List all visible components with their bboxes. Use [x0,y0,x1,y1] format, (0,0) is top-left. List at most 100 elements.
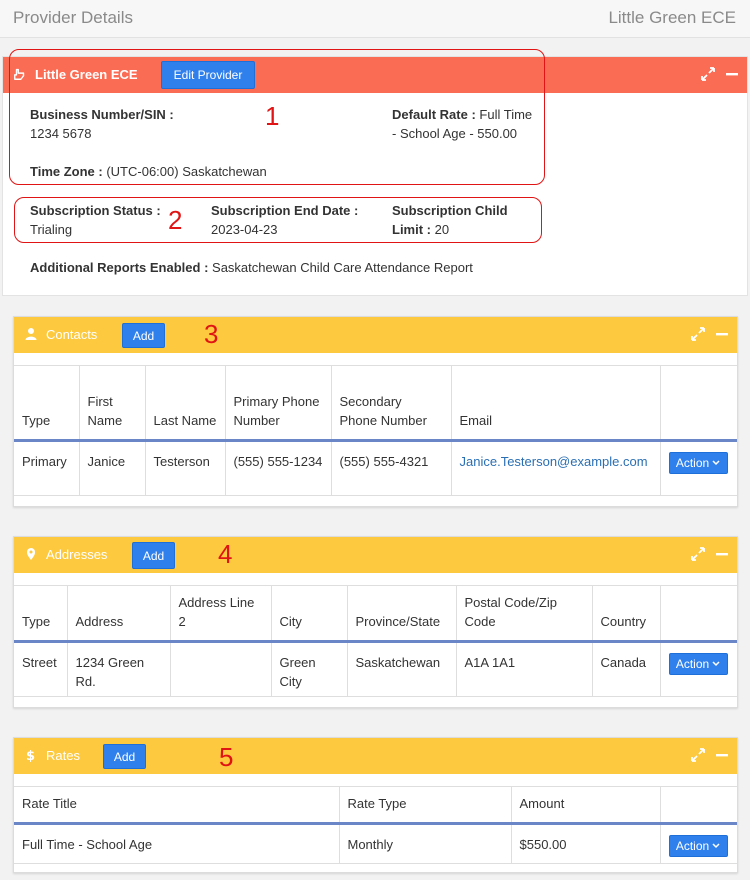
minus-icon[interactable] [715,547,729,561]
address-city: Green City [270,641,347,696]
col-type: Type [22,412,51,428]
add-contact-button[interactable]: Add [122,323,165,348]
additional-reports-field: Additional Reports Enabled : Saskatchewa… [30,258,473,277]
rates-title: Rates [46,748,80,763]
contact-last-name: Testerson [144,440,225,495]
contacts-panel-header: Contacts Add [14,317,737,353]
rate-action-button[interactable]: Action [668,834,728,857]
address-line-1: 1234 Green Rd. [66,641,170,696]
table-row: Primary Janice Testerson (555) 555-1234 … [14,440,737,495]
provider-name: Little Green ECE [35,67,138,82]
subscription-limit-label-2: Limit : [392,222,431,237]
address-line-2 [169,641,271,696]
additional-reports-value: Saskatchewan Child Care Attendance Repor… [212,260,473,275]
provider-name-header: Little Green ECE [608,8,736,27]
col-last-name: Last Name [144,366,225,440]
add-address-button[interactable]: Add [132,542,175,569]
addresses-header-row: Type Address Address Line 2 City Provinc… [14,586,737,641]
col-type: Type [22,613,51,629]
default-rate-value-2: - School Age - 550.00 [392,126,518,141]
rates-panel: $ Rates Add Rate Title Rate Type Amount … [13,737,738,873]
business-number-value: 1234 5678 [30,126,92,141]
page-title: Provider Details [13,8,133,27]
edit-provider-button[interactable]: Edit Provider [161,61,255,89]
rate-amount: $550.00 [510,823,660,863]
col-action [659,787,737,823]
additional-reports-label: Additional Reports Enabled : [30,260,209,275]
user-icon [25,328,37,340]
addresses-table: Type Address Address Line 2 City Provinc… [14,586,737,697]
col-city: City [270,586,347,641]
annotation-number-5: 5 [219,742,234,772]
expand-icon[interactable] [691,547,705,561]
contact-email-link[interactable]: Janice.Testerson@example.com [460,454,648,469]
time-zone-field: Time Zone : (UTC-06:00) Saskatchewan [30,162,267,181]
subscription-limit-label-1: Subscription Child [392,203,508,218]
rates-header-row: Rate Title Rate Type Amount [14,787,737,823]
table-row: Full Time - School Age Monthly $550.00 A… [14,823,737,863]
minus-icon[interactable] [715,748,729,762]
contacts-title: Contacts [46,327,98,342]
col-province: Province/State [346,586,456,641]
chevron-down-icon [712,660,720,666]
col-address-line-2: Address Line 2 [169,586,271,641]
address-type: Street [22,654,57,670]
time-zone-value: (UTC-06:00) Saskatchewan [106,164,267,179]
col-country: Country [591,586,660,641]
col-primary-phone: Primary Phone Number [224,366,331,440]
map-marker-icon [27,548,35,560]
col-rate-type: Rate Type [338,787,511,823]
contacts-panel: Contacts Add Type First Name Last Name P… [13,316,738,507]
subscription-end-value: 2023-04-23 [211,222,278,237]
address-postal-code: A1A 1A1 [455,641,592,696]
rates-panel-header: $ Rates Add [14,738,737,774]
address-country: Canada [591,641,660,696]
default-rate-field: Default Rate : Full Time - School Age - … [392,105,562,143]
provider-panel: Little Green ECE Edit Provider Business … [2,56,748,296]
col-action [659,366,737,440]
addresses-panel-header: Addresses Add [14,537,737,573]
subscription-end-label: Subscription End Date : [211,203,359,218]
col-first-name: First Name [78,366,145,440]
default-rate-label: Default Rate : [392,107,476,122]
col-secondary-phone: Secondary Phone Number [330,366,451,440]
subscription-status-value: Trialing [30,222,73,237]
address-action-button[interactable]: Action [668,652,728,675]
business-number-field: Business Number/SIN : 1234 5678 [30,105,174,143]
contact-type: Primary [22,453,67,469]
annotation-number-3: 3 [204,319,219,349]
subscription-limit-value: 20 [434,222,450,237]
action-label: Action [675,455,710,470]
default-rate-value-1: Full Time [479,107,533,122]
expand-icon[interactable] [691,327,705,341]
expand-icon[interactable] [701,67,715,81]
minus-icon[interactable] [725,67,739,81]
hand-pointing-icon [14,68,25,80]
col-postal-code: Postal Code/Zip Code [455,586,592,641]
chevron-down-icon [712,842,720,848]
subscription-limit-field: Subscription Child Limit : 20 [392,201,508,239]
minus-icon[interactable] [715,327,729,341]
action-label: Action [675,656,710,671]
expand-icon[interactable] [691,748,705,762]
subscription-status-field: Subscription Status : Trialing [30,201,161,239]
rate-type: Monthly [338,823,511,863]
provider-panel-header: Little Green ECE Edit Provider [3,57,747,93]
col-address: Address [66,586,170,641]
table-row: Street 1234 Green Rd. Green City Saskatc… [14,641,737,696]
dollar-icon: $ [26,749,35,762]
chevron-down-icon [712,459,720,465]
col-action [659,586,737,641]
rates-table: Rate Title Rate Type Amount Full Time - … [14,787,737,864]
annotation-number-2: 2 [168,205,183,235]
contact-first-name: Janice [78,440,145,495]
add-rate-button[interactable]: Add [103,744,146,769]
contact-primary-phone: (555) 555-1234 [224,440,331,495]
rate-title: Full Time - School Age [22,836,153,852]
business-number-label: Business Number/SIN : [30,107,174,122]
col-rate-title: Rate Title [22,795,77,811]
contact-action-button[interactable]: Action [668,451,728,474]
subscription-status-label: Subscription Status : [30,203,161,218]
contact-secondary-phone: (555) 555-4321 [330,440,451,495]
time-zone-label: Time Zone : [30,164,103,179]
